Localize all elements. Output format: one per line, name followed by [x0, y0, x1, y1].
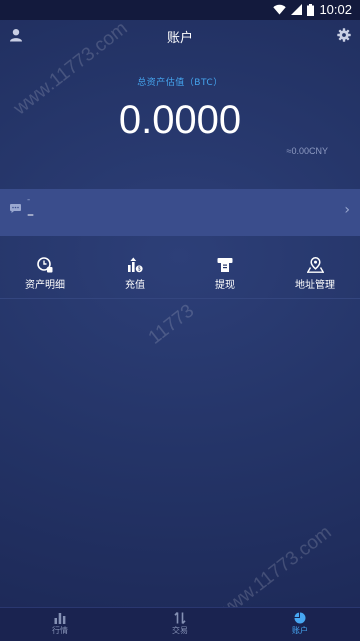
address-management-label: 地址管理 — [295, 280, 335, 291]
watermark-text: 11773 — [144, 300, 199, 349]
notice-text: – — [27, 207, 34, 223]
tab-market[interactable]: 行情 — [0, 608, 120, 641]
asset-detail-label: 资产明细 — [25, 280, 65, 291]
notice-subtext: - — [27, 195, 31, 205]
deposit-button[interactable]: $ 充值 — [90, 250, 180, 298]
trade-icon — [174, 612, 186, 624]
withdraw-label: 提现 — [215, 280, 235, 291]
notice-bar[interactable]: - – › — [0, 189, 360, 236]
asset-detail-button[interactable]: 资产明细 — [0, 250, 90, 298]
app-header: 账户 — [0, 20, 360, 52]
bottom-tab-bar: 行情 交易 账户 — [0, 607, 360, 641]
deposit-icon: $ — [128, 257, 143, 273]
page-title: 账户 — [166, 31, 193, 46]
status-time: 10:02 — [319, 2, 352, 17]
asset-detail-icon — [37, 257, 53, 273]
signal-icon — [291, 4, 303, 15]
address-management-button[interactable]: 地址管理 — [270, 250, 360, 298]
tab-market-label: 行情 — [52, 626, 68, 635]
account-pie-icon — [294, 612, 306, 624]
tab-trade-label: 交易 — [172, 626, 188, 635]
withdraw-icon — [217, 258, 233, 272]
svg-text:$: $ — [138, 267, 141, 273]
chevron-right-icon: › — [344, 202, 350, 218]
cny-value: ≈0.00CNY — [286, 146, 328, 156]
withdraw-button[interactable]: 提现 — [180, 250, 270, 298]
tab-account-label: 账户 — [292, 626, 308, 635]
total-assets-value: 0.0000 — [118, 98, 242, 142]
address-icon — [306, 257, 324, 273]
divider — [0, 298, 360, 299]
battery-icon — [307, 3, 315, 16]
market-icon — [54, 613, 66, 624]
deposit-label: 充值 — [125, 280, 145, 291]
message-icon — [10, 198, 21, 217]
status-bar: 10:02 — [0, 0, 360, 20]
settings-icon[interactable] — [337, 27, 351, 46]
tab-trade[interactable]: 交易 — [120, 608, 240, 641]
wifi-icon — [273, 4, 287, 15]
action-row: 资产明细 $ 充值 提现 地址管理 — [0, 250, 360, 298]
tab-account[interactable]: 账户 — [240, 608, 360, 641]
